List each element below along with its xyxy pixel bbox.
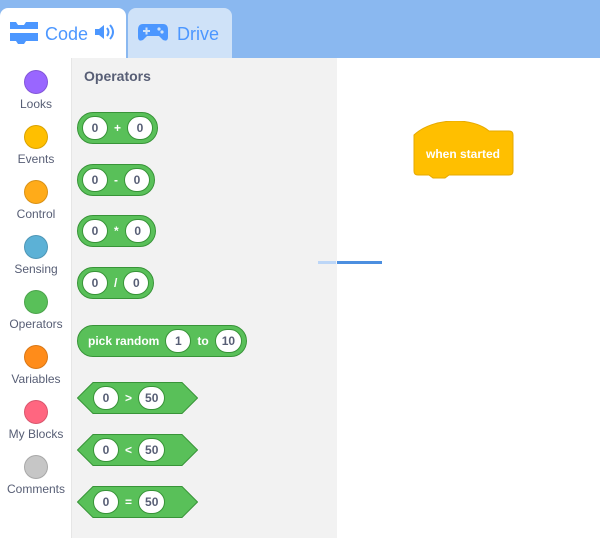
category-my-blocks[interactable]: My Blocks bbox=[0, 400, 72, 441]
random-to-input[interactable]: 10 bbox=[214, 329, 243, 353]
multiply-block[interactable]: 0 * 0 bbox=[77, 215, 156, 247]
subtract-input-a[interactable]: 0 bbox=[82, 168, 108, 192]
add-block[interactable]: 0 + 0 bbox=[77, 112, 159, 144]
category-comments[interactable]: Comments bbox=[0, 455, 72, 496]
category-label: Comments bbox=[6, 482, 65, 496]
multiply-input-a[interactable]: 0 bbox=[82, 219, 108, 243]
looks-color-dot bbox=[24, 70, 48, 94]
category-events[interactable]: Events bbox=[0, 125, 72, 166]
tab-drive-label: Drive bbox=[177, 23, 220, 44]
category-label: Sensing bbox=[14, 262, 58, 276]
category-label: Operators bbox=[9, 317, 63, 331]
gamepad-icon bbox=[137, 21, 169, 48]
pick-random-label: pick random bbox=[88, 334, 160, 348]
gt-operator: > bbox=[125, 391, 133, 405]
drag-divider-handle[interactable] bbox=[337, 261, 382, 264]
less-than-block[interactable]: 0 < 50 bbox=[77, 434, 198, 466]
subtract-input-b[interactable]: 0 bbox=[124, 168, 150, 192]
sensing-color-dot bbox=[24, 235, 48, 259]
multiply-input-b[interactable]: 0 bbox=[124, 219, 151, 243]
greater-than-block[interactable]: 0 > 50 bbox=[77, 382, 198, 414]
top-bar: Code Drive bbox=[0, 0, 600, 60]
category-label: Variables bbox=[11, 372, 61, 386]
gt-input-b[interactable]: 50 bbox=[138, 386, 166, 410]
category-label: Looks bbox=[19, 97, 53, 111]
control-color-dot bbox=[24, 180, 48, 204]
lt-operator: < bbox=[125, 443, 133, 457]
category-control[interactable]: Control bbox=[0, 180, 72, 221]
events-color-dot bbox=[24, 125, 48, 149]
category-looks[interactable]: Looks bbox=[0, 70, 72, 111]
subtract-operator: - bbox=[114, 173, 118, 187]
comments-color-dot bbox=[24, 455, 48, 479]
my-blocks-color-dot bbox=[24, 400, 48, 424]
random-from-input[interactable]: 1 bbox=[165, 329, 192, 353]
speaker-icon[interactable] bbox=[93, 23, 115, 46]
lt-input-b[interactable]: 50 bbox=[138, 438, 166, 462]
variables-color-dot bbox=[24, 345, 48, 369]
divide-input-b[interactable]: 0 bbox=[123, 271, 150, 295]
divide-operator: / bbox=[114, 276, 118, 290]
category-operators[interactable]: Operators bbox=[0, 290, 72, 331]
eq-operator: = bbox=[125, 495, 133, 509]
category-sidebar: Looks Events Control Sensing Operators V… bbox=[0, 58, 72, 538]
gt-input-a[interactable]: 0 bbox=[93, 386, 119, 410]
when-started-block[interactable]: when started bbox=[413, 120, 515, 184]
code-blocks-icon bbox=[8, 19, 40, 50]
equals-block[interactable]: 0 = 50 bbox=[77, 486, 198, 518]
add-operator: + bbox=[114, 121, 122, 135]
category-label: Control bbox=[16, 207, 56, 221]
multiply-operator: * bbox=[114, 224, 119, 238]
add-input-b[interactable]: 0 bbox=[127, 116, 154, 140]
category-variables[interactable]: Variables bbox=[0, 345, 72, 386]
subtract-block[interactable]: 0 - 0 bbox=[77, 164, 155, 196]
divide-input-a[interactable]: 0 bbox=[82, 271, 108, 295]
category-label: Events bbox=[17, 152, 55, 166]
operators-color-dot bbox=[24, 290, 48, 314]
pick-random-block[interactable]: pick random 1 to 10 bbox=[77, 325, 248, 357]
lt-input-a[interactable]: 0 bbox=[93, 438, 119, 462]
flyout-title: Operators bbox=[84, 68, 151, 84]
when-started-label: when started bbox=[425, 147, 500, 161]
tab-drive[interactable]: Drive bbox=[128, 8, 232, 60]
eq-input-a[interactable]: 0 bbox=[93, 490, 119, 514]
random-to-label: to bbox=[197, 334, 209, 348]
tab-code-label: Code bbox=[45, 23, 89, 44]
eq-input-b[interactable]: 50 bbox=[138, 490, 166, 514]
divide-block[interactable]: 0 / 0 bbox=[77, 267, 155, 299]
scroll-track bbox=[318, 261, 336, 264]
category-label: My Blocks bbox=[8, 427, 64, 441]
category-sensing[interactable]: Sensing bbox=[0, 235, 72, 276]
tab-code[interactable]: Code bbox=[0, 8, 126, 60]
add-input-a[interactable]: 0 bbox=[82, 116, 108, 140]
